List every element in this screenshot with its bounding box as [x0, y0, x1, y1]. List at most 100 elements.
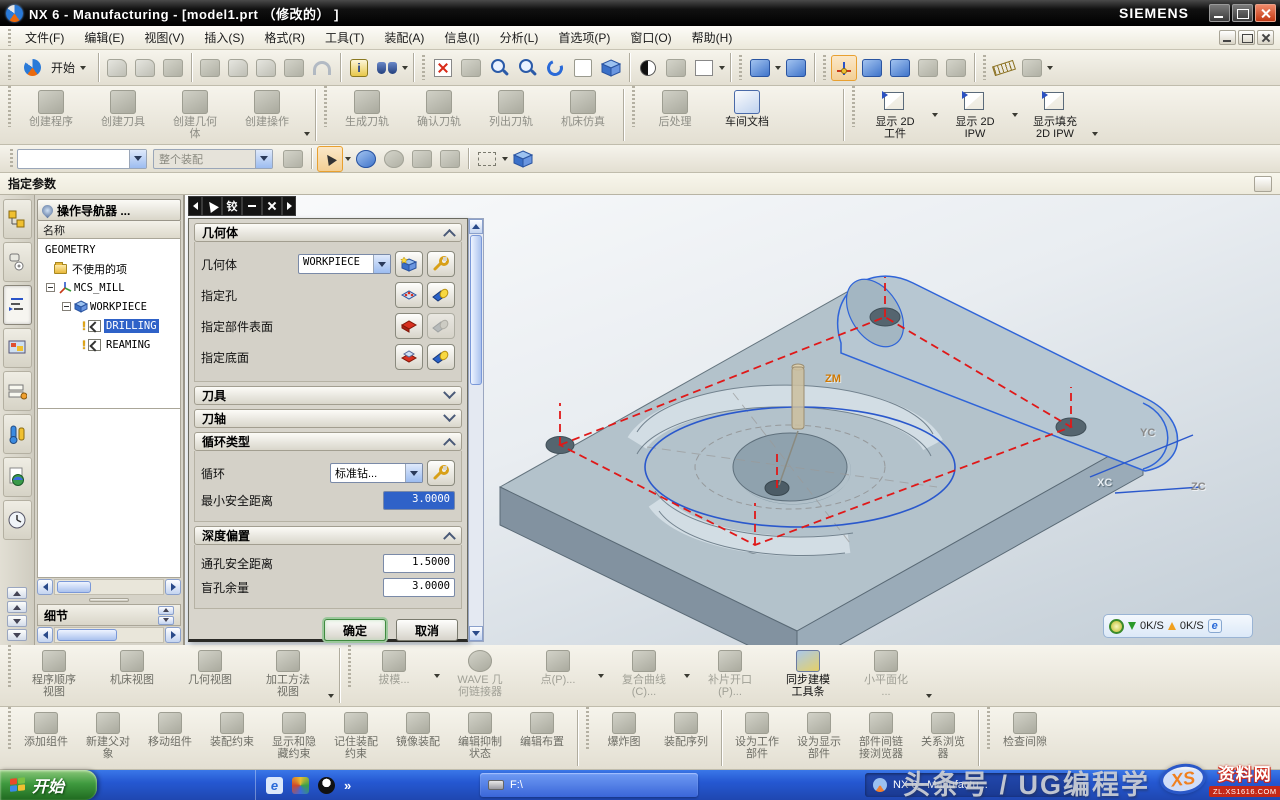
composite-curve-dropdown-arrow[interactable] [684, 674, 690, 678]
dialog-next-button[interactable] [282, 196, 296, 216]
generate-toolpath-button[interactable]: 生成刀轨 [331, 86, 403, 144]
sphere-select-button[interactable] [381, 146, 407, 172]
open-button[interactable] [132, 55, 158, 81]
min-clearance-input[interactable]: 3.0000 [383, 491, 455, 510]
highlight-bottom-surface-button[interactable] [427, 344, 455, 370]
highlight-holes-button[interactable] [427, 282, 455, 308]
dialog-scrollbar[interactable] [468, 218, 484, 642]
assembly-filter-combo[interactable]: 整个装配 [153, 149, 273, 169]
find-dropdown-arrow[interactable] [402, 66, 408, 70]
tree-row-workpiece[interactable]: WORKPIECE [38, 297, 180, 316]
hscroll-thumb[interactable] [57, 629, 117, 641]
edit-suppression-button[interactable]: 编辑抑制 状态 [449, 707, 511, 769]
new-file-button[interactable] [104, 55, 130, 81]
wave-geometry-linker-button[interactable]: WAVE 几 何链接器 [441, 645, 519, 706]
scroll-left-button[interactable] [37, 627, 53, 643]
wcs-dynamics-button[interactable] [831, 55, 857, 81]
view-group-dropdown-arrow[interactable] [328, 694, 334, 698]
cut-button[interactable] [197, 55, 223, 81]
menu-window[interactable]: 窗口(O) [620, 26, 681, 49]
face-style-dropdown-arrow[interactable] [719, 66, 725, 70]
delete-button[interactable] [281, 55, 307, 81]
tree-row-drilling[interactable]: !DRILLING [38, 316, 180, 335]
highlight-part-surface-button[interactable] [427, 313, 455, 339]
tree-row-reaming[interactable]: !REAMING [38, 335, 180, 354]
exploded-view-button[interactable]: 爆炸图 [593, 707, 655, 769]
operation-navigator-button[interactable] [3, 285, 32, 325]
snap-point-button[interactable] [943, 55, 969, 81]
new-parent-button[interactable]: 新建父对 象 [77, 707, 139, 769]
panel-splitter[interactable] [37, 595, 181, 604]
pan-button[interactable] [570, 55, 596, 81]
filter-button[interactable] [280, 146, 306, 172]
scroll-bottom-button[interactable] [7, 629, 27, 641]
interpart-link-browser-button[interactable]: 部件间链 接浏览器 [850, 707, 912, 769]
show-2d-workpiece-button[interactable]: 显示 2D 工件 [859, 86, 931, 144]
datum-axis-button[interactable] [887, 55, 913, 81]
minimize-button[interactable] [1209, 4, 1230, 22]
cycle-type-section-header[interactable]: 循环类型 [194, 432, 462, 451]
menu-insert[interactable]: 插入(S) [194, 26, 254, 49]
verify-toolpath-button[interactable]: 确认刀轨 [403, 86, 475, 144]
maximize-button[interactable] [1232, 4, 1253, 22]
measure-button[interactable] [991, 55, 1017, 81]
program-order-view-button[interactable]: 程序顺序 视图 [15, 645, 93, 706]
tree-row-geometry-view[interactable]: GEOMETRY [38, 240, 180, 259]
menu-file[interactable]: 文件(F) [15, 26, 74, 49]
menu-tools[interactable]: 工具(T) [315, 26, 374, 49]
dialog-select-button[interactable] [202, 196, 222, 216]
show-filled-2d-ipw-button[interactable]: 显示填充 2D IPW [1019, 86, 1091, 144]
dialog-scroll-up-button[interactable] [469, 219, 483, 234]
snap-options-button[interactable] [409, 146, 435, 172]
qq-icon[interactable] [318, 777, 335, 794]
blind-stock-input[interactable]: 3.0000 [383, 578, 455, 597]
machine-tool-navigator-button[interactable] [3, 328, 32, 368]
shaded-view-button[interactable] [598, 55, 624, 81]
machine-simulation-button[interactable]: 机床仿真 [547, 86, 619, 144]
check-clearances-button[interactable]: 检查间隙 [994, 707, 1056, 769]
marquee-select-button[interactable] [474, 146, 500, 172]
show-filled-2d-ipw-dropdown-arrow[interactable] [1092, 132, 1098, 136]
synchronous-modeling-button[interactable]: 同步建模 工具条 [769, 645, 847, 706]
draft-dropdown-arrow[interactable] [434, 674, 440, 678]
list-toolpath-button[interactable]: 列出刀轨 [475, 86, 547, 144]
close-button[interactable] [1255, 4, 1276, 22]
constraint-navigator-button[interactable] [3, 242, 32, 282]
select-holes-button[interactable] [395, 282, 423, 308]
select-tools-button[interactable] [437, 146, 463, 172]
tree-row-unused-items[interactable]: 不使用的项 [38, 259, 180, 278]
dialog-minimize-button[interactable] [242, 196, 262, 216]
edit-arrangement-button[interactable]: 编辑布置 [511, 707, 573, 769]
menu-information[interactable]: 信息(I) [434, 26, 489, 49]
dialog-prev-button[interactable] [188, 196, 202, 216]
scroll-top-button[interactable] [7, 587, 27, 599]
depth-offset-section-header[interactable]: 深度偏置 [194, 526, 462, 545]
copy-button[interactable] [225, 55, 251, 81]
ok-button[interactable]: 确定 [324, 619, 386, 641]
shop-documentation-button[interactable]: 车间文档 [711, 86, 783, 144]
zoom-window-button[interactable] [458, 55, 484, 81]
point-dropdown-arrow[interactable] [598, 674, 604, 678]
cycle-combo[interactable]: 标准钻... [330, 463, 423, 483]
menu-format[interactable]: 格式(R) [254, 26, 315, 49]
highlight-cursor-button[interactable] [317, 146, 343, 172]
start-button[interactable]: 开始 [0, 770, 97, 800]
through-clearance-input[interactable]: 1.5000 [383, 554, 455, 573]
edit-geometry-button[interactable] [427, 251, 455, 277]
draft-button[interactable]: 拔模... [355, 645, 433, 706]
navigator-header[interactable]: 操作导航器 ... [37, 199, 181, 221]
child-close-button[interactable] [1257, 30, 1274, 45]
cancel-button[interactable]: 取消 [396, 619, 458, 641]
show-2d-ipw-dropdown-arrow[interactable] [1012, 113, 1018, 117]
create-group-dropdown-arrow[interactable] [304, 132, 310, 136]
find-button[interactable] [374, 55, 400, 81]
composite-curve-button[interactable]: 复合曲线 (C)... [605, 645, 683, 706]
menu-preferences[interactable]: 首选项(P) [548, 26, 620, 49]
marquee-dropdown-arrow[interactable] [502, 157, 508, 161]
child-minimize-button[interactable] [1219, 30, 1236, 45]
scroll-left-button[interactable] [37, 579, 53, 595]
zoom-in-out-button[interactable] [514, 55, 540, 81]
cursor-dropdown-arrow[interactable] [345, 157, 351, 161]
patch-opening-button[interactable]: 补片开口 (P)... [691, 645, 769, 706]
show-2d-dropdown-arrow[interactable] [932, 113, 938, 117]
